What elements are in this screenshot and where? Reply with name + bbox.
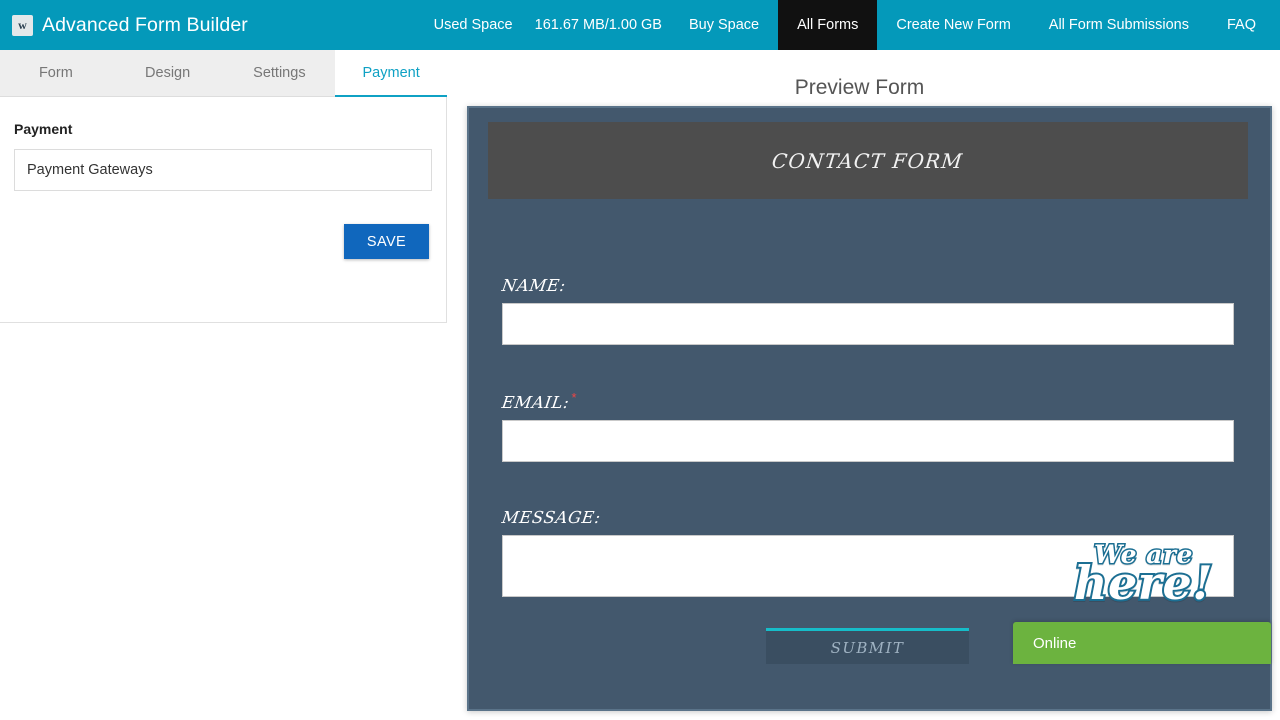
payment-section-heading: Payment — [14, 121, 432, 137]
field-email: EMAIL:* — [502, 390, 1234, 462]
chat-widget: We are here! Online — [1013, 543, 1280, 720]
field-email-label: EMAIL: — [501, 393, 571, 412]
save-button[interactable]: SAVE — [344, 224, 429, 259]
payment-gateways-selector[interactable]: Payment Gateways — [14, 149, 432, 191]
app-title: Advanced Form Builder — [42, 14, 248, 37]
field-name: NAME: — [502, 276, 1234, 345]
editor-tab-bar: Form Design Settings Payment — [0, 50, 447, 97]
tab-settings[interactable]: Settings — [224, 50, 336, 96]
field-message-label: MESSAGE: — [501, 508, 602, 527]
required-marker-icon: * — [572, 390, 577, 405]
contact-form-header-title: CONTACT FORM — [771, 149, 965, 173]
top-navigation-bar: w Advanced Form Builder Used Space 161.6… — [0, 0, 1280, 50]
save-row: SAVE — [14, 224, 432, 259]
used-space-label: Used Space — [434, 17, 513, 33]
nav-right-group: Used Space 161.67 MB/1.00 GB Buy Space A… — [434, 0, 1280, 50]
chat-status-label: Online — [1033, 635, 1076, 652]
nav-item-all-form-submissions[interactable]: All Form Submissions — [1030, 0, 1208, 50]
left-editor-panel: Form Design Settings Payment Payment Pay… — [0, 50, 447, 720]
we-are-here-badge-icon: We are here! — [1071, 543, 1216, 604]
contact-form-header: CONTACT FORM — [488, 122, 1248, 199]
tab-design[interactable]: Design — [112, 50, 224, 96]
submit-button[interactable]: SUBMIT — [766, 628, 969, 664]
chat-badge-line-2: here! — [1071, 562, 1216, 604]
field-name-label: NAME: — [501, 276, 568, 295]
w-logo-icon: w — [12, 15, 33, 36]
nav-item-create-new-form[interactable]: Create New Form — [877, 0, 1029, 50]
nav-item-buy-space[interactable]: Buy Space — [670, 0, 778, 50]
tab-payment[interactable]: Payment — [335, 50, 447, 97]
used-space-indicator: Used Space 161.67 MB/1.00 GB — [434, 0, 670, 50]
used-space-value: 161.67 MB/1.00 GB — [535, 17, 662, 33]
payment-settings-card: Payment Payment Gateways SAVE — [0, 97, 447, 323]
chat-status-bar[interactable]: Online — [1013, 622, 1271, 664]
preview-form-title: Preview Form — [447, 50, 1280, 100]
brand[interactable]: w Advanced Form Builder — [0, 0, 248, 50]
nav-item-all-forms[interactable]: All Forms — [778, 0, 877, 50]
name-input[interactable] — [502, 303, 1234, 345]
submit-wrap: SUBMIT — [766, 628, 969, 664]
tab-form[interactable]: Form — [0, 50, 112, 96]
nav-item-faq[interactable]: FAQ — [1208, 0, 1280, 50]
email-input[interactable] — [502, 420, 1234, 462]
